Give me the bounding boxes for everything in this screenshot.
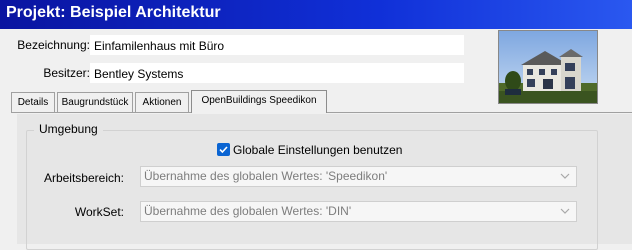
- workset-dropdown[interactable]: Übernahme des globalen Wertes: 'DIN': [140, 201, 577, 222]
- besitzer-label: Besitzer:: [43, 66, 90, 80]
- tab-baugrundstueck-label: Baugrundstück: [61, 97, 129, 108]
- chevron-down-icon: [560, 173, 570, 179]
- title-bar: Projekt: Beispiel Architektur: [0, 0, 632, 29]
- tab-openbuildings-speedikon[interactable]: OpenBuildings Speedikon: [191, 90, 327, 113]
- bezeichnung-input[interactable]: Einfamilenhaus mit Büro: [90, 35, 464, 55]
- tab-bar: Details Baugrundstück Aktionen OpenBuild…: [0, 90, 632, 113]
- tab-baugrundstueck[interactable]: Baugrundstück: [57, 92, 133, 112]
- umgebung-group-title: Umgebung: [34, 122, 103, 136]
- arbeitsbereich-label: Arbeitsbereich:: [43, 171, 124, 185]
- chevron-down-icon: [560, 208, 570, 214]
- global-settings-checkbox[interactable]: [217, 143, 230, 156]
- workset-label: WorkSet:: [74, 205, 124, 219]
- bezeichnung-label: Bezeichnung:: [17, 38, 90, 52]
- checkmark-icon: [219, 146, 228, 154]
- window-title: Projekt: Beispiel Architektur: [6, 4, 221, 21]
- tab-aktionen[interactable]: Aktionen: [135, 92, 189, 112]
- arbeitsbereich-dropdown[interactable]: Übernahme des globalen Wertes: 'Speediko…: [140, 166, 577, 187]
- arbeitsbereich-value: Übernahme des globalen Wertes: 'Speediko…: [144, 169, 388, 183]
- global-settings-label: Globale Einstellungen benutzen: [233, 143, 403, 157]
- tab-details[interactable]: Details: [11, 92, 55, 112]
- tab-openbuildings-speedikon-label: OpenBuildings Speedikon: [201, 95, 317, 106]
- tab-details-label: Details: [17, 97, 49, 108]
- besitzer-input[interactable]: Bentley Systems: [90, 63, 464, 83]
- tab-aktionen-label: Aktionen: [142, 97, 182, 108]
- workset-value: Übernahme des globalen Wertes: 'DIN': [144, 204, 352, 218]
